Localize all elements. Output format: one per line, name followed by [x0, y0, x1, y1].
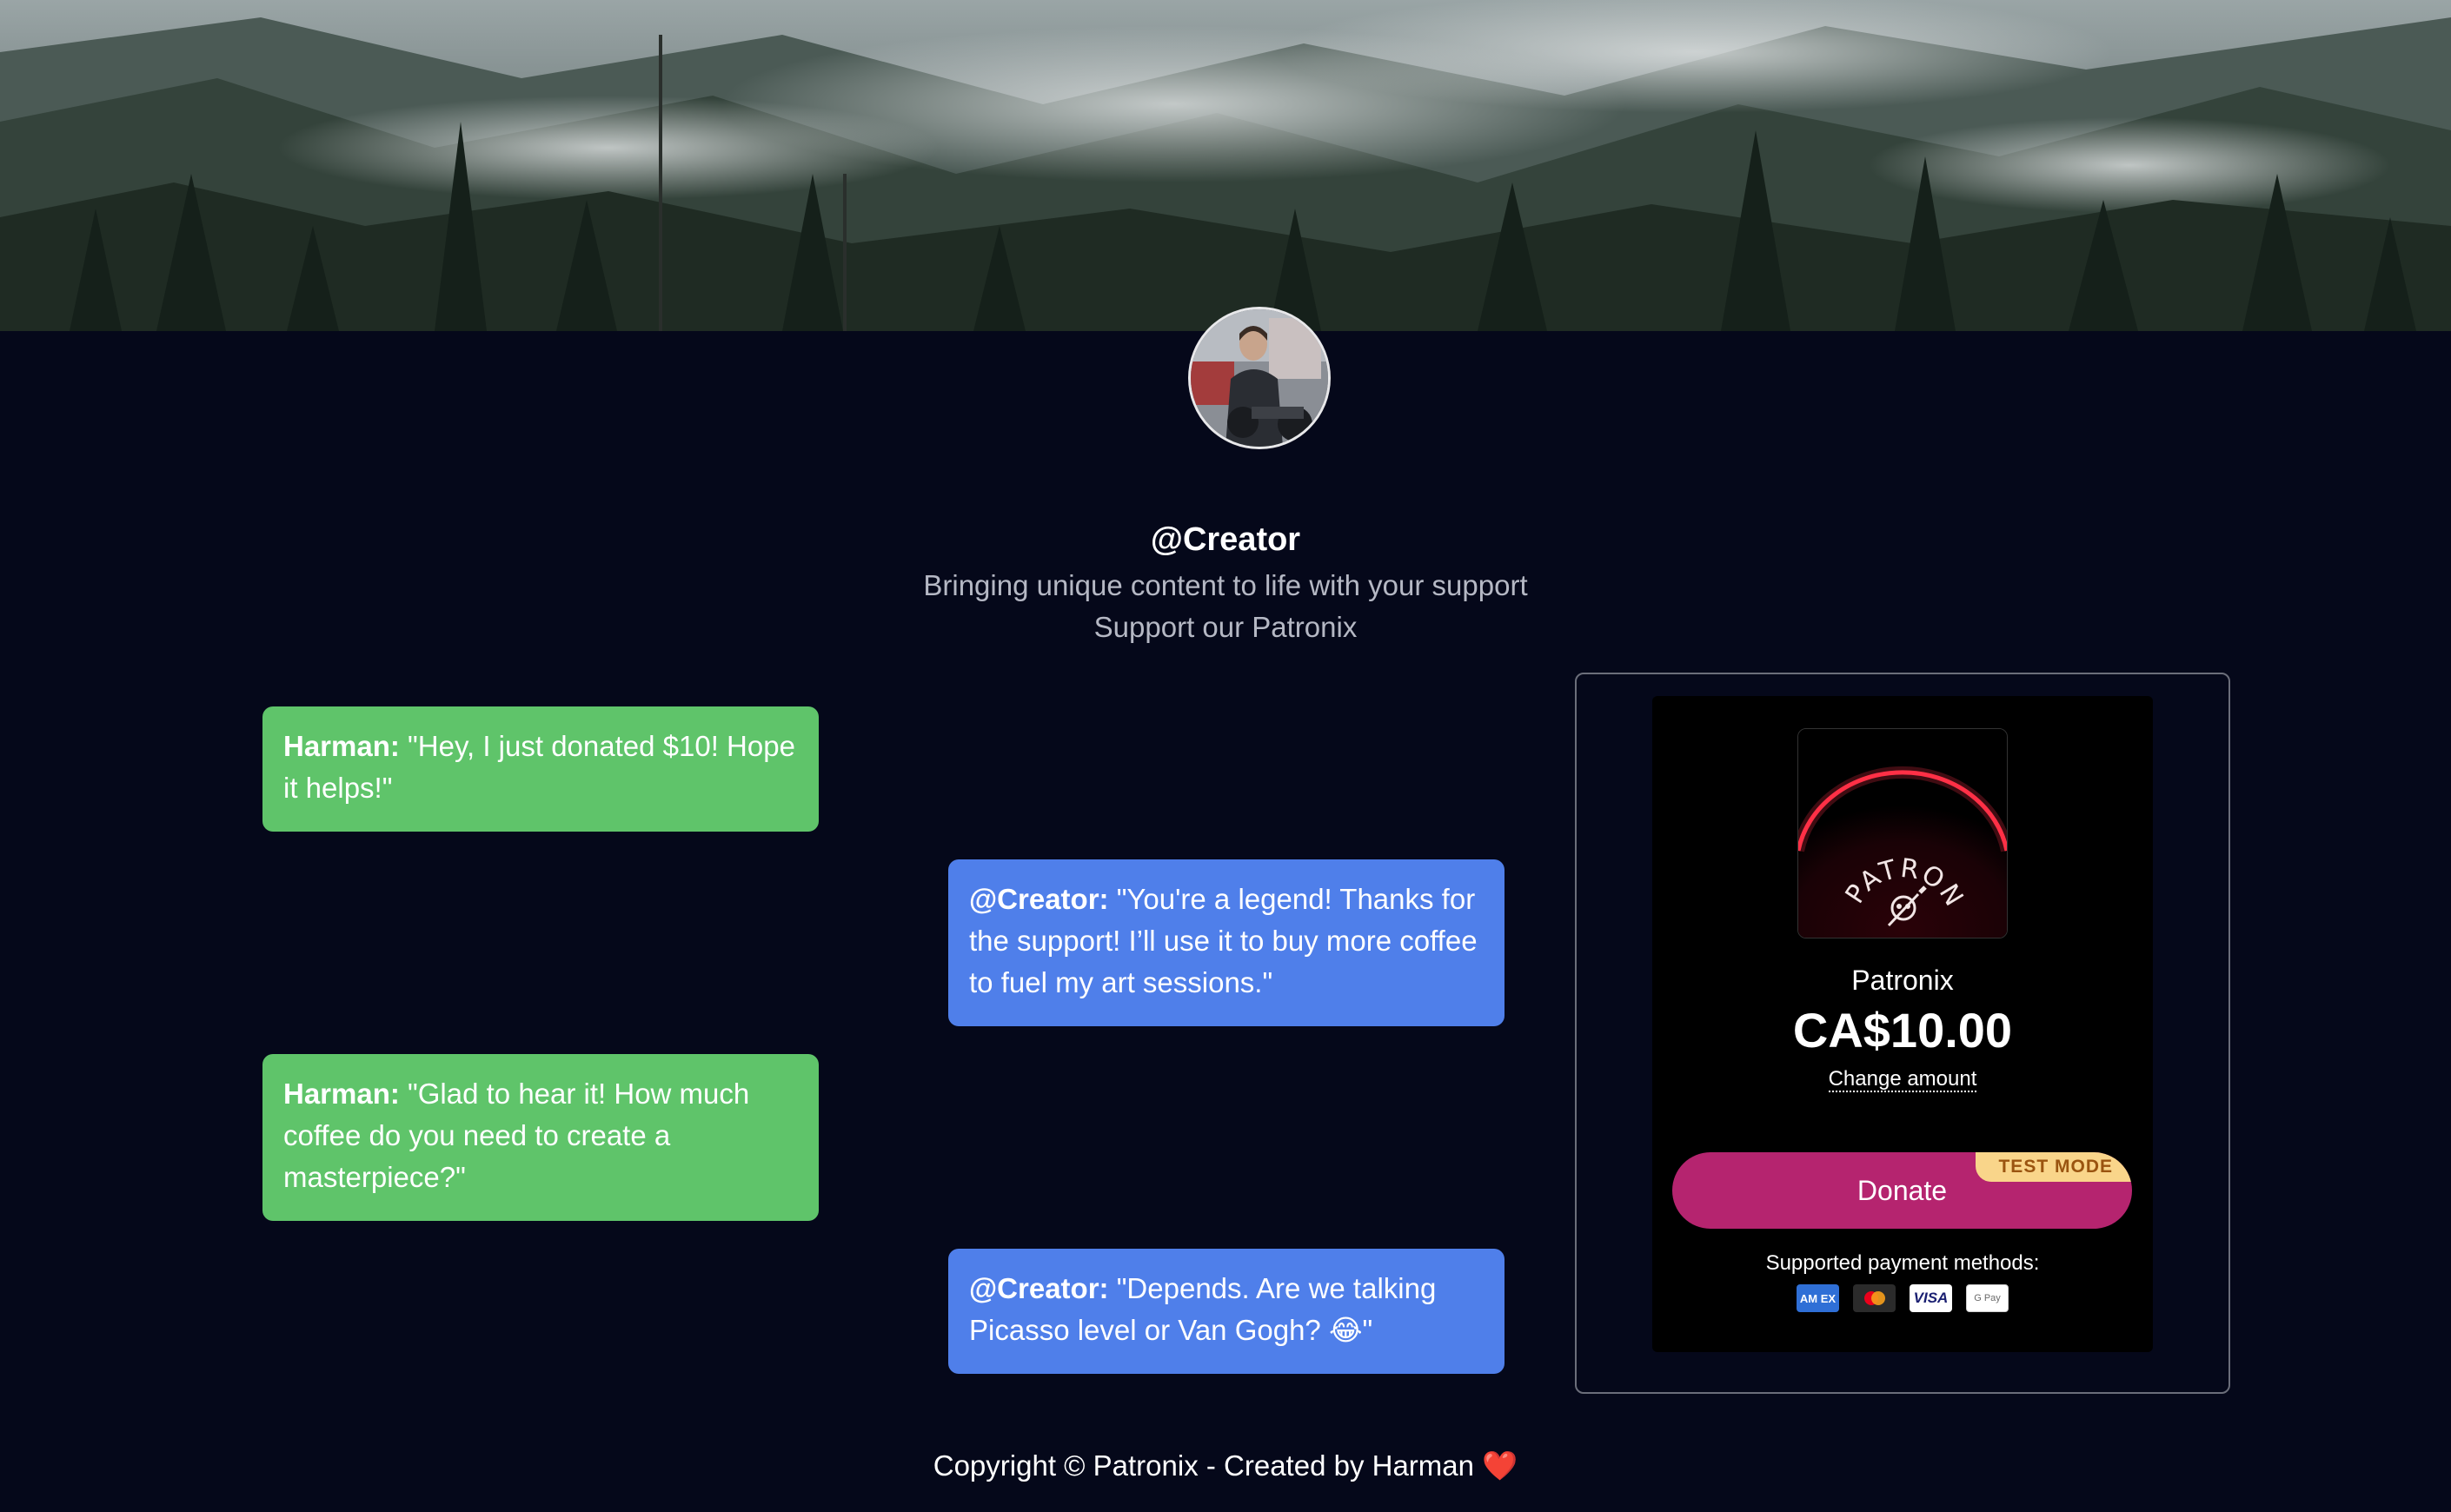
visa-icon: VISA [1910, 1284, 1952, 1312]
patronix-logo: PATRONIX [1797, 728, 2008, 938]
chat-speaker: Harman: [283, 1078, 400, 1110]
chat-message: Harman: "Hey, I just donated $10! Hope i… [262, 706, 819, 832]
payment-methods: AM EX VISA G Pay [1797, 1284, 2009, 1312]
forest-banner-illustration [0, 0, 2451, 331]
creator-handle: @Creator [1150, 521, 1301, 558]
footer: Copyright © Patronix - Created by Harman… [0, 1449, 2451, 1483]
creator-tagline: Bringing unique content to life with you… [923, 569, 1528, 601]
chat-speaker: Harman: [283, 730, 400, 762]
chat-speaker: @Creator: [969, 1272, 1109, 1304]
chat-speaker: @Creator: [969, 883, 1109, 915]
change-amount-link[interactable]: Change amount [1652, 1067, 2153, 1092]
test-mode-badge: TEST MODE [1976, 1152, 2132, 1182]
chat-message: @Creator: "Depends. Are we talking Picas… [948, 1249, 1504, 1374]
profile-photo [1191, 309, 1328, 447]
mastercard-icon [1853, 1284, 1896, 1312]
product-name: Patronix [1851, 965, 1954, 996]
change-amount-label[interactable]: Change amount [1828, 1067, 1977, 1092]
payment-methods-label: Supported payment methods: [1765, 1251, 2040, 1275]
donate-button[interactable]: Donate TEST MODE [1672, 1152, 2132, 1229]
donation-price: CA$10.00 [1792, 1003, 2013, 1058]
footer-text: Copyright © Patronix - Created by Harman [933, 1449, 1474, 1482]
chat-message: @Creator: "You're a legend! Thanks for t… [948, 859, 1504, 1026]
patronix-logo-icon: PATRONIX [1798, 729, 2007, 938]
creator-subline: Support our Patronix [1093, 611, 1358, 643]
heart-icon: ❤️ [1482, 1449, 1518, 1482]
donate-label: Donate [1857, 1175, 1948, 1206]
google-pay-icon: G Pay [1966, 1284, 2009, 1312]
amex-icon: AM EX [1797, 1284, 1839, 1312]
chat-message: Harman: "Glad to hear it! How much coffe… [262, 1054, 819, 1221]
avatar[interactable] [1188, 307, 1331, 449]
banner-image [0, 0, 2451, 331]
